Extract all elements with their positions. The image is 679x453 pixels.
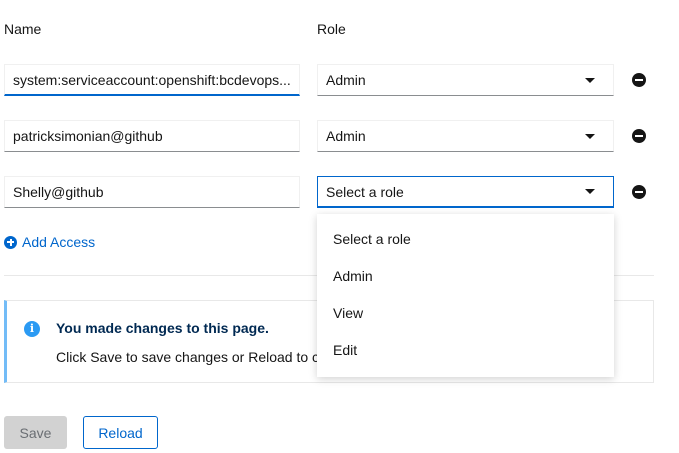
- access-row: Admin: [0, 64, 679, 97]
- dropdown-option-edit[interactable]: Edit: [317, 333, 614, 370]
- plus-circle-icon: [4, 235, 17, 249]
- add-access-label: Add Access: [22, 234, 96, 250]
- caret-down-icon: [585, 189, 595, 194]
- alert-description: Click Save to save changes or Reload to …: [56, 349, 327, 365]
- name-field[interactable]: [4, 64, 300, 96]
- role-select-value: Admin: [326, 128, 366, 144]
- role-dropdown-menu: Select a role Admin View Edit: [317, 214, 614, 377]
- role-select[interactable]: Admin: [317, 64, 614, 96]
- add-access-button[interactable]: Add Access: [4, 234, 95, 250]
- alert-title: You made changes to this page.: [56, 320, 269, 336]
- remove-icon[interactable]: [632, 129, 646, 143]
- info-icon: i: [24, 321, 40, 337]
- reload-button[interactable]: Reload: [83, 416, 158, 449]
- remove-icon[interactable]: [632, 185, 646, 199]
- save-button[interactable]: Save: [4, 416, 67, 449]
- name-field[interactable]: [4, 120, 300, 152]
- role-select[interactable]: Select a role: [317, 176, 614, 208]
- name-column-header: Name: [4, 21, 42, 37]
- caret-down-icon: [585, 133, 595, 139]
- role-column-header: Role: [317, 21, 346, 37]
- role-select-value: Select a role: [326, 183, 404, 200]
- name-field[interactable]: [4, 176, 300, 208]
- dropdown-option-view[interactable]: View: [317, 296, 614, 333]
- access-row: Admin: [0, 120, 679, 153]
- caret-down-icon: [585, 77, 595, 83]
- dropdown-option-admin[interactable]: Admin: [317, 259, 614, 296]
- dropdown-option-select-a-role[interactable]: Select a role: [317, 222, 614, 259]
- role-select-value: Admin: [326, 72, 366, 88]
- role-select[interactable]: Admin: [317, 120, 614, 152]
- remove-icon[interactable]: [632, 73, 646, 87]
- access-row: Select a role: [0, 176, 679, 209]
